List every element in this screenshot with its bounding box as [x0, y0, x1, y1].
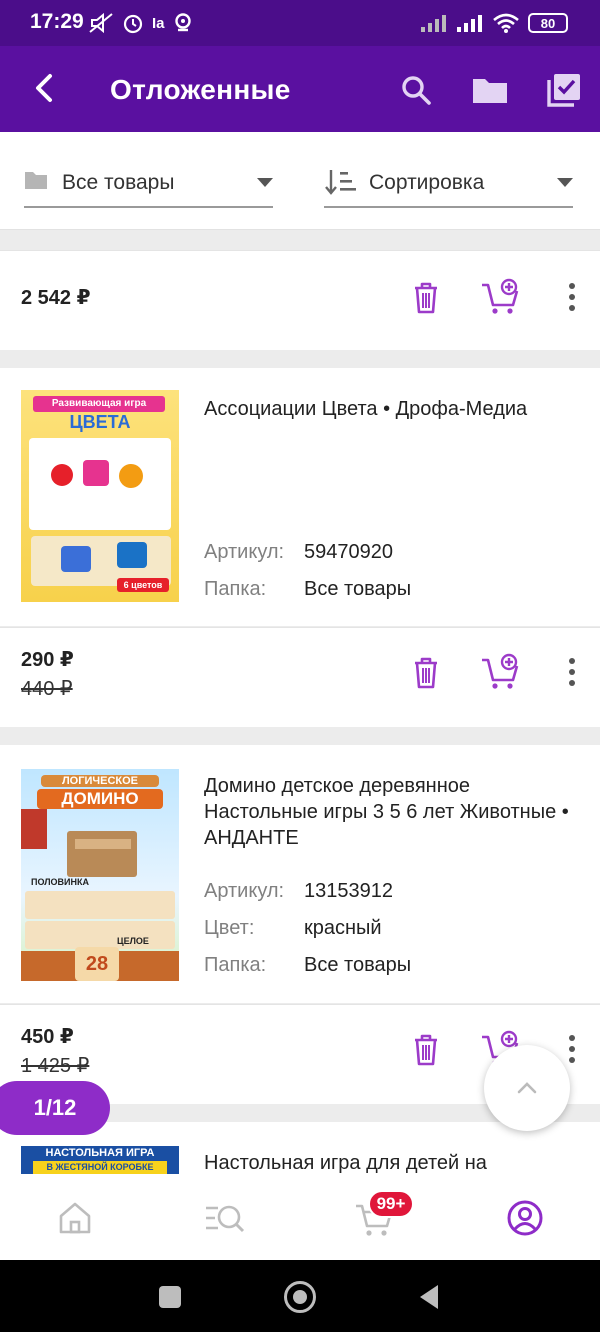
sort-dropdown[interactable]: Сортировка: [324, 162, 573, 208]
article-value: 59470920: [304, 541, 393, 563]
folder-value: Все товары: [304, 954, 412, 976]
wifi-icon: [493, 13, 519, 33]
add-to-cart-icon[interactable]: [480, 652, 520, 692]
recents-button[interactable]: [159, 1286, 181, 1308]
folder-value: Все товары: [304, 578, 412, 600]
alarm-icon: [123, 14, 143, 34]
item-price: 450 ₽: [21, 1026, 74, 1048]
product-image: ЛОГИЧЕСКОЕ ДОМИНО ПОЛОВИНКА ЦЕЛОЕ 28: [21, 769, 179, 981]
article-label: Артикул:: [204, 541, 285, 563]
status-icons-left: Ia: [88, 12, 193, 34]
home-button[interactable]: [284, 1281, 316, 1313]
product-card[interactable]: Развивающая игра ЦВЕТА 6 цветов Ассоциац…: [0, 368, 600, 626]
search-icon[interactable]: [396, 70, 436, 110]
item-action-row: 2 542 ₽: [0, 250, 600, 350]
page-title: Отложенные: [110, 74, 291, 105]
product-title[interactable]: Ассоциации Цвета • Дрофа-Медиа: [204, 396, 584, 422]
back-arrow-icon[interactable]: [24, 68, 64, 108]
item-old-price: 1 425 ₽: [21, 1055, 90, 1077]
folder-label: Папка:: [204, 578, 267, 600]
chevron-up-icon: [517, 1082, 537, 1094]
color-label: Цвет:: [204, 917, 255, 939]
chevron-down-icon: [257, 178, 273, 187]
sort-label: Сортировка: [369, 171, 485, 194]
status-icons-right: 80: [420, 12, 568, 34]
product-title[interactable]: Настольная игра для детей на: [204, 1150, 584, 1174]
mute-icon: [89, 12, 113, 34]
back-button[interactable]: [416, 1283, 442, 1311]
cart-count-badge: 99+: [368, 1190, 414, 1218]
more-options-icon[interactable]: [552, 652, 592, 692]
page-indicator: 1/12: [0, 1081, 110, 1135]
article-value: 13153912: [304, 880, 393, 902]
item-price: 290 ₽: [21, 649, 74, 671]
system-nav-bar: [0, 1260, 600, 1332]
filter-bar: Все товары Сортировка: [0, 132, 600, 230]
folder-icon[interactable]: [470, 70, 510, 110]
item-action-row: 290 ₽ 440 ₽: [0, 627, 600, 727]
sort-icon: [325, 170, 356, 195]
location-icon: [174, 13, 191, 32]
chevron-down-icon: [557, 178, 573, 187]
signal-icon: [421, 15, 446, 32]
more-options-icon[interactable]: [552, 277, 592, 317]
status-bar: 17:29 Ia 80: [0, 0, 600, 46]
trash-icon[interactable]: [406, 1029, 446, 1069]
product-title[interactable]: Домино детское деревянное Настольные игр…: [204, 773, 584, 851]
profile-icon[interactable]: [503, 1196, 547, 1240]
bottom-nav: [0, 1174, 600, 1260]
trash-icon[interactable]: [406, 277, 446, 317]
home-icon[interactable]: [53, 1196, 97, 1240]
color-value: красный: [304, 917, 382, 939]
signal-icon-2: [457, 15, 482, 32]
folder-filter-icon: [25, 172, 47, 189]
item-old-price: 440 ₽: [21, 678, 73, 700]
battery-indicator: 80: [528, 13, 568, 33]
product-image: НАСТОЛЬНАЯ ИГРА В ЖЕСТЯНОЙ КОРОБКЕ: [21, 1146, 179, 1174]
folder-filter-label: Все товары: [62, 171, 175, 194]
article-label: Артикул:: [204, 880, 285, 902]
catalog-search-icon[interactable]: [203, 1196, 247, 1240]
scroll-to-top-button[interactable]: [484, 1045, 570, 1131]
product-card[interactable]: ЛОГИЧЕСКОЕ ДОМИНО ПОЛОВИНКА ЦЕЛОЕ 28 Дом…: [0, 745, 600, 1003]
folder-label: Папка:: [204, 954, 267, 976]
select-checklist-icon[interactable]: [544, 70, 584, 110]
status-time: 17:29: [30, 10, 84, 33]
carrier-icon: Ia: [152, 14, 165, 32]
product-image: Развивающая игра ЦВЕТА 6 цветов: [21, 390, 179, 602]
trash-icon[interactable]: [406, 652, 446, 692]
app-bar: Отложенные: [0, 46, 600, 132]
add-to-cart-icon[interactable]: [480, 277, 520, 317]
item-price: 2 542 ₽: [21, 287, 91, 309]
folder-filter-dropdown[interactable]: Все товары: [24, 162, 273, 208]
